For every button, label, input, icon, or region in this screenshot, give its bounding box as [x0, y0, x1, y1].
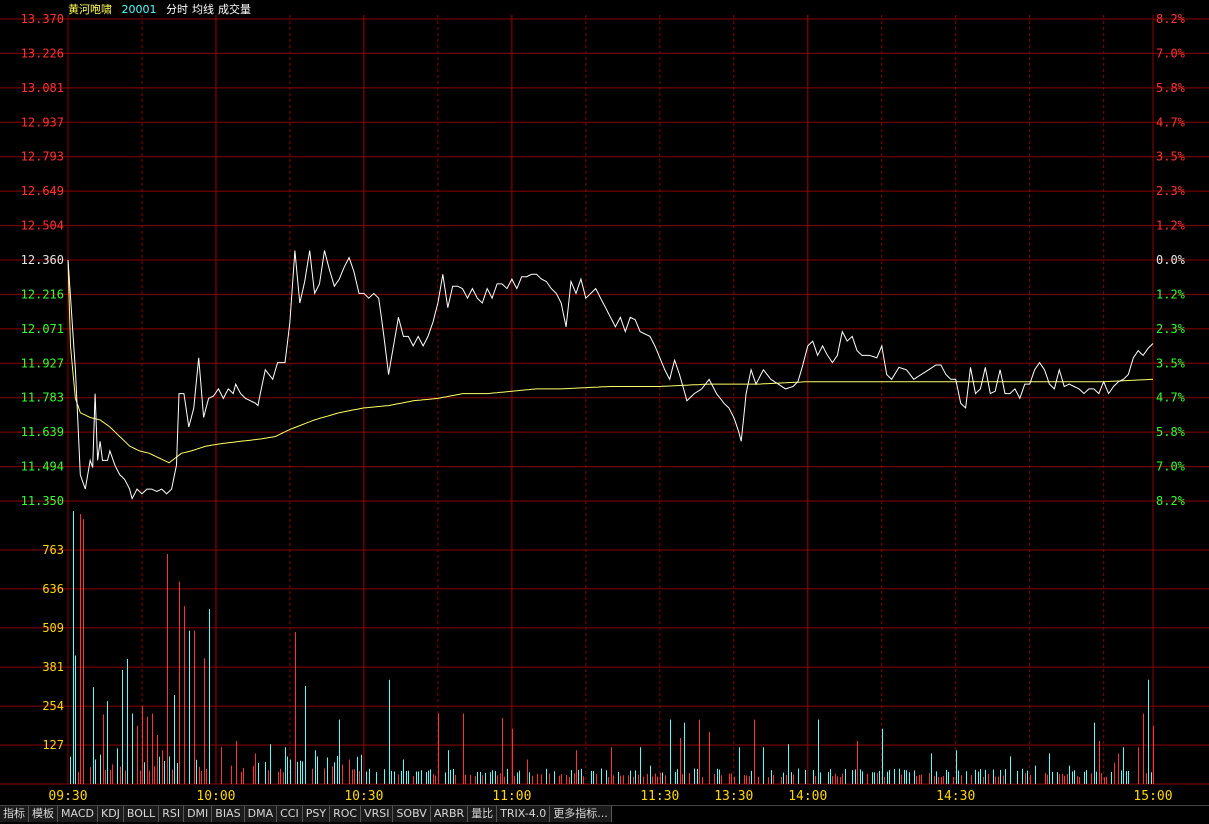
indicator-tab-1[interactable]: 模板 [29, 806, 58, 822]
indicator-tab-3[interactable]: KDJ [97, 806, 124, 822]
volume-tick-label: 254 [42, 699, 64, 713]
time-tick-label: 09:30 [48, 789, 87, 804]
price-axis-labels: 13.370 13.226 13.081 12.937 12.793 12.649 12.5… [21, 12, 64, 508]
volume-tick-label: 636 [42, 582, 64, 596]
percent-tick-label: 5.8% [1156, 425, 1186, 439]
volume-tick-label: 509 [42, 621, 64, 635]
price-tick-label: 12.360 [21, 253, 64, 267]
percent-tick-label: 5.8% [1156, 81, 1186, 95]
indicator-tab-14[interactable]: ARBR [430, 806, 469, 822]
percent-tick-label: 1.2% [1156, 287, 1186, 301]
indicator-tab-16[interactable]: TRIX-4.0 [497, 806, 551, 822]
indicator-tab-5[interactable]: RSI [159, 806, 185, 822]
indicator-tab-4[interactable]: BOLL [123, 806, 160, 822]
percent-tick-label: 8.2% [1156, 494, 1186, 508]
indicator-tab-9[interactable]: CCI [277, 806, 303, 822]
price-tick-label: 13.226 [21, 46, 64, 60]
percent-tick-label: 3.5% [1156, 150, 1186, 164]
stock-name: 黄河咆啸 [68, 3, 112, 16]
price-tick-label: 12.793 [21, 150, 64, 164]
time-tick-label: 11:00 [492, 789, 531, 804]
percent-tick-label: 2.3% [1156, 184, 1186, 198]
time-tick-label: 11:30 [640, 789, 679, 804]
percent-tick-label: 1.2% [1156, 219, 1186, 233]
chart-grid [0, 0, 1209, 805]
indicator-tab-12[interactable]: VRSI [361, 806, 394, 822]
stock-code: 20001 [121, 3, 157, 16]
price-tick-label: 13.081 [21, 81, 64, 95]
percent-tick-label: 7.0% [1156, 46, 1186, 60]
chart-background [0, 0, 1209, 805]
indicator-tab-0[interactable]: 指标 [0, 806, 29, 822]
indicator-tab-11[interactable]: ROC [330, 806, 362, 822]
mode-label-fenshi: 分时 [166, 3, 188, 16]
chart-header: 黄河咆啸 20001 分时 均线 成交量 [68, 3, 255, 17]
percent-tick-label: 3.5% [1156, 356, 1186, 370]
indicator-tab-7[interactable]: BIAS [212, 806, 245, 822]
time-tick-label: 13:30 [714, 789, 753, 804]
time-tick-label: 14:30 [936, 789, 975, 804]
price-tick-label: 12.504 [21, 219, 64, 233]
intraday-chart[interactable]: 13.370 13.226 13.081 12.937 12.793 12.649 12.5… [0, 0, 1209, 805]
volume-tick-label: 381 [42, 660, 64, 674]
percent-tick-label: 7.0% [1156, 460, 1186, 474]
price-tick-label: 13.370 [21, 12, 64, 26]
volume-tick-label: 763 [42, 543, 64, 557]
price-tick-label: 12.216 [21, 287, 64, 301]
indicator-tab-15[interactable]: 量比 [468, 806, 498, 822]
indicator-toolbar: 指标 模板 MACD KDJ BOLL RSI DMI BIAS DMA CCI PSY ROC VRS… [0, 805, 1209, 824]
price-tick-label: 11.639 [21, 425, 64, 439]
percent-tick-label: 0.0% [1156, 253, 1186, 267]
price-tick-label: 12.937 [21, 115, 64, 129]
volume-tick-label: 127 [42, 738, 64, 752]
indicator-tab-17[interactable]: 更多指标... [550, 806, 612, 822]
price-tick-label: 11.494 [21, 460, 64, 474]
time-tick-label: 10:00 [196, 789, 235, 804]
percent-tick-label: 4.7% [1156, 391, 1186, 405]
price-tick-label: 11.350 [21, 494, 64, 508]
percent-tick-label: 2.3% [1156, 322, 1186, 336]
percent-tick-label: 8.2% [1156, 12, 1186, 26]
time-tick-label: 10:30 [344, 789, 383, 804]
percent-axis-labels: 8.2% 7.0% 5.8% 4.7% 3.5% 2.3% 1.2% 0.0% 1.2% 2.3%… [1156, 12, 1186, 508]
price-tick-label: 12.649 [21, 184, 64, 198]
indicator-tab-6[interactable]: DMI [184, 806, 213, 822]
time-tick-label: 14:00 [788, 789, 827, 804]
indicator-tab-2[interactable]: MACD [58, 806, 98, 822]
price-tick-label: 11.783 [21, 391, 64, 405]
indicator-tab-8[interactable]: DMA [244, 806, 278, 822]
indicator-tab-13[interactable]: SOBV [393, 806, 431, 822]
indicator-tab-10[interactable]: PSY [302, 806, 331, 822]
mode-label-avg: 均线 [192, 3, 214, 16]
percent-tick-label: 4.7% [1156, 115, 1186, 129]
price-tick-label: 11.927 [21, 356, 64, 370]
price-tick-label: 12.071 [21, 322, 64, 336]
time-tick-label: 15:00 [1133, 789, 1172, 804]
mode-label-volume: 成交量 [218, 3, 251, 16]
